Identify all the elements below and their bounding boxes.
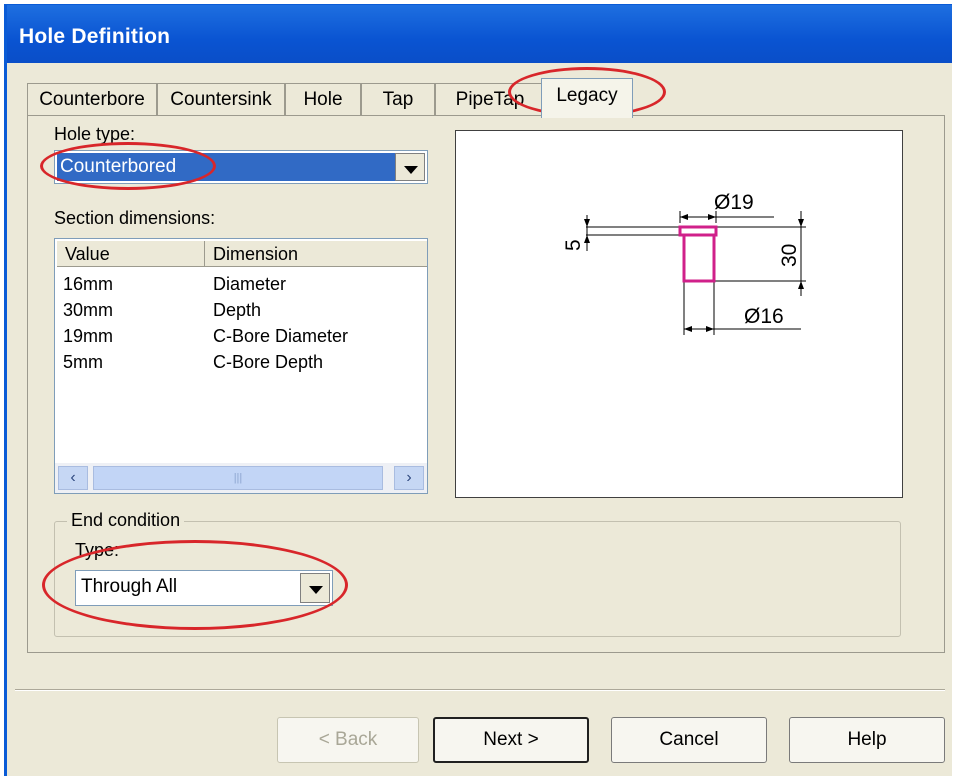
row-value: 16mm	[63, 274, 114, 294]
chevron-down-icon[interactable]	[395, 153, 425, 181]
row-dimension: Depth	[213, 300, 262, 320]
hole-type-value: Counterbored	[57, 153, 395, 181]
counterbore-section-drawing: Ø19 Ø16 5 30	[562, 191, 806, 335]
list-item[interactable]: 5mm C-Bore Depth	[55, 349, 427, 375]
list-item[interactable]: 16mm Diameter	[55, 271, 427, 297]
row-dimension: Diameter	[213, 274, 287, 294]
section-dimensions-list[interactable]: Value Dimension 16mm Diameter 30mm Depth…	[54, 238, 428, 494]
row-value: 30mm	[63, 300, 114, 320]
tab-legacy[interactable]: Legacy	[541, 78, 633, 118]
scroll-left-button[interactable]: ‹	[58, 466, 88, 490]
dialog-title: Hole Definition	[19, 25, 171, 48]
depth-dim: 30	[778, 244, 801, 267]
help-button[interactable]: Help	[789, 717, 945, 763]
end-condition-type-label: Type:	[75, 540, 120, 560]
chevron-left-icon: ‹	[70, 469, 76, 486]
end-condition-type-value: Through All	[81, 576, 178, 597]
list-item[interactable]: 19mm C-Bore Diameter	[55, 323, 427, 349]
hole-type-label: Hole type:	[54, 124, 136, 144]
chevron-right-icon: ›	[406, 469, 412, 486]
button-separator	[15, 689, 945, 691]
legacy-tab-panel: Hole type: Counterbored Section dimensio…	[27, 115, 945, 653]
row-value: 5mm	[63, 352, 103, 372]
column-header-dimension[interactable]: Dimension	[205, 241, 427, 267]
hole-definition-dialog: Hole Definition Counterbore Countersink …	[4, 4, 952, 776]
section-dimensions-label: Section dimensions:	[54, 208, 216, 228]
row-dimension: C-Bore Diameter	[213, 326, 349, 346]
scroll-right-button[interactable]: ›	[394, 466, 424, 490]
hole-preview: Ø19 Ø16 5 30	[455, 130, 903, 498]
end-condition-group: End condition Type: Through All	[54, 510, 901, 637]
back-button[interactable]: < Back	[277, 717, 419, 763]
tab-countersink[interactable]: Countersink	[157, 83, 285, 115]
chevron-down-icon[interactable]	[300, 573, 330, 603]
row-value: 19mm	[63, 326, 114, 346]
tab-tap[interactable]: Tap	[361, 83, 435, 115]
list-item[interactable]: 30mm Depth	[55, 297, 427, 323]
cbore-depth-dim: 5	[562, 239, 585, 251]
tab-hole[interactable]: Hole	[285, 83, 361, 115]
title-bar[interactable]: Hole Definition	[7, 5, 952, 63]
end-condition-type-select[interactable]: Through All	[75, 570, 333, 606]
hole-type-select[interactable]: Counterbored	[54, 150, 428, 184]
diameter-dim: Ø16	[744, 305, 784, 328]
column-header-value[interactable]: Value	[57, 241, 205, 267]
cancel-button[interactable]: Cancel	[611, 717, 767, 763]
row-dimension: C-Bore Depth	[213, 352, 324, 372]
tab-counterbore[interactable]: Counterbore	[27, 83, 157, 115]
scroll-thumb[interactable]: |||	[93, 466, 383, 490]
cbore-diameter-dim: Ø19	[714, 191, 754, 214]
horizontal-scrollbar[interactable]: ‹ ||| ›	[55, 463, 427, 493]
end-condition-legend: End condition	[67, 510, 185, 531]
tab-pipetap[interactable]: PipeTap	[435, 83, 545, 115]
next-button[interactable]: Next >	[433, 717, 589, 763]
